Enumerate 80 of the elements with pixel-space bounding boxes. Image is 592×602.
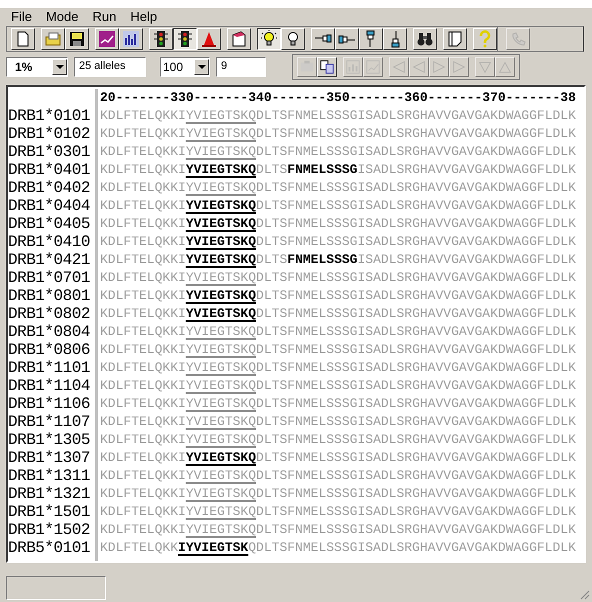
allele-name: DRB1*1101 bbox=[8, 359, 91, 377]
sequence-text: KDLFTELQKKIYVIEGTSKQDLTSFNMELSSSGISADLSRGHAVVGAVGAKDWAGGFLDLK bbox=[100, 305, 576, 323]
line-chart-icon bbox=[365, 59, 381, 75]
sequence-text: KDLFTELQKKIYVIEGTSKQDLTSFNMELSSSGISADLSRGHAVVGAVGAKDWAGGFLDLK bbox=[100, 107, 576, 125]
position-ruler: 20-------330-------340-------350-------360-------370-------38 bbox=[100, 89, 576, 107]
folder-icon bbox=[44, 30, 62, 48]
allele-name: DRB1*0404 bbox=[8, 197, 91, 215]
toolbar-button[interactable] bbox=[173, 28, 197, 50]
sequence-text: KDLFTELQKKIYVIEGTSKQDLTSFNMELSSSGISADLSRGHAVVGAVGAKDWAGGFLDLK bbox=[100, 395, 576, 413]
bar-chart-icon bbox=[345, 59, 361, 75]
allele-name: DRB1*1501 bbox=[8, 503, 91, 521]
traffic-light-icon bbox=[176, 30, 194, 48]
allele-name: DRB1*0701 bbox=[8, 269, 91, 287]
triangle-down-icon bbox=[477, 59, 493, 75]
sequence-text: KDLFTELQKKIYVIEGTSKQDLTSFNMELSSSGISADLSRGHAVVGAVGAKDWAGGFLDLK bbox=[100, 377, 576, 395]
allele-name: DRB1*0421 bbox=[8, 251, 91, 269]
sequence-text: KDLFTELQKKIYVIEGTSKQDLTSFNMELSSSGISADLSRGHAVVGAVGAKDWAGGFLDLK bbox=[100, 125, 576, 143]
allele-name: DRB1*0102 bbox=[8, 125, 91, 143]
menu-item[interactable]: Mode bbox=[40, 9, 84, 24]
sequence-text: KDLFTELQKKIYVIEGTSKQDLTSFNMELSSSGISADLSRGHAVVGAVGAKDWAGGFLDLK bbox=[100, 233, 576, 251]
length-dropdown[interactable]: 100 bbox=[160, 57, 210, 77]
resize-grip-icon[interactable] bbox=[578, 588, 590, 600]
allele-name: DRB1*0405 bbox=[8, 215, 91, 233]
allele-name: DRB1*0806 bbox=[8, 341, 91, 359]
allele-name: DRB1*0101 bbox=[8, 107, 91, 125]
allele-name: DRB1*1107 bbox=[8, 413, 91, 431]
sequence-text: KDLFTELQKKIYVIEGTSKQDLTSFNMELSSSGISADLSRGHAVVGAVGAKDWAGGFLDLK bbox=[100, 323, 576, 341]
allele-name: DRB1*1502 bbox=[8, 521, 91, 539]
sequence-text: KDLFTELQKKIYVIEGTSKQDLTSFNMELSSSGISADLSRGHAVVGAVGAKDWAGGFLDLK bbox=[100, 197, 576, 215]
sequence-text: KDLFTELQKKIYVIEGTSKQDLTSFNMELSSSGISADLSRGHAVVGAVGAKDWAGGFLDLK bbox=[100, 143, 576, 161]
line-chart-icon bbox=[98, 30, 116, 48]
lightbulb-icon bbox=[260, 30, 278, 48]
alleles-field[interactable]: 25 alleles bbox=[74, 57, 146, 77]
allele-name: DRB1*0401 bbox=[8, 161, 91, 179]
sequence-text: KDLFTELQKKIYVIEGTSKQDLTSFNMELSSSGISADLSRGHAVVGAVGAKDWAGGFLDLK bbox=[100, 341, 576, 359]
menu-item[interactable]: Run bbox=[87, 9, 122, 24]
sequence-text: KDLFTELQKKIYVIEGTSKQDLTSFNMELSSSGISADLSRGHAVVGAVGAKDWAGGFLDLK bbox=[100, 539, 576, 557]
toolbar-button[interactable] bbox=[257, 28, 281, 50]
sequence-text: KDLFTELQKKIYVIEGTSKQDLTSFNMELSSSGISADLSRGHAVVGAVGAKDWAGGFLDLK bbox=[100, 287, 576, 305]
sequence-text: KDLFTELQKKIYVIEGTSKQDLTSFNMELSSSGISADLSRGHAVVGAVGAKDWAGGFLDLK bbox=[100, 359, 576, 377]
allele-name: DRB1*0801 bbox=[8, 287, 91, 305]
triangle-left-icon bbox=[411, 59, 427, 75]
allele-name: DRB1*1311 bbox=[8, 467, 91, 485]
allele-name: DRB1*0402 bbox=[8, 179, 91, 197]
triangle-right-icon bbox=[431, 59, 447, 75]
allele-name: DRB1*0410 bbox=[8, 233, 91, 251]
sequence-text: KDLFTELQKKIYVIEGTSKQDLTSFNMELSSSGISADLSRGHAVVGAVGAKDWAGGFLDLK bbox=[100, 215, 576, 233]
allele-name: DRB1*0301 bbox=[8, 143, 91, 161]
sequence-text: KDLFTELQKKIYVIEGTSKQDLTSFNMELSSSGISADLSRGHAVVGAVGAKDWAGGFLDLK bbox=[100, 431, 576, 449]
value-field[interactable]: 9 bbox=[216, 57, 266, 77]
sequence-text: KDLFTELQKKIYVIEGTSKQDLTSFNMELSSSGISADLSRGHAVVGAVGAKDWAGGFLDLK bbox=[100, 413, 576, 431]
binoculars-icon bbox=[416, 30, 434, 48]
sequence-text: KDLFTELQKKIYVIEGTSKQDLTSFNMELSSSGISADLSRGHAVVGAVGAKDWAGGFLDLK bbox=[100, 179, 576, 197]
copy-icon bbox=[319, 59, 335, 75]
menu-item[interactable]: File bbox=[6, 9, 37, 24]
sequence-text: KDLFTELQKKIYVIEGTSKQDLTSFNMELSSSGISADLSRGHAVVGAVGAKDWAGGFLDLK bbox=[100, 161, 576, 179]
sequence-text: KDLFTELQKKIYVIEGTSKQDLTSFNMELSSSGISADLSRGHAVVGAVGAKDWAGGFLDLK bbox=[100, 251, 576, 269]
notepad-icon bbox=[446, 30, 464, 48]
allele-name: DRB5*0101 bbox=[8, 539, 91, 557]
sequence-text: KDLFTELQKKIYVIEGTSKQDLTSFNMELSSSGISADLSRGHAVVGAVGAKDWAGGFLDLK bbox=[100, 521, 576, 539]
threshold-dropdown[interactable]: 1% bbox=[6, 57, 68, 77]
traffic-light-icon bbox=[152, 30, 170, 48]
bar-chart-icon bbox=[122, 30, 140, 48]
triangle-right-icon bbox=[451, 59, 467, 75]
sequence-text: KDLFTELQKKIYVIEGTSKQDLTSFNMELSSSGISADLSRGHAVVGAVGAKDWAGGFLDLK bbox=[100, 269, 576, 287]
menu-item[interactable]: Help bbox=[125, 9, 162, 24]
allele-name: DRB1*1305 bbox=[8, 431, 91, 449]
allele-name: DRB1*0802 bbox=[8, 305, 91, 323]
allele-name: DRB1*1321 bbox=[8, 485, 91, 503]
allele-name: DRB1*0804 bbox=[8, 323, 91, 341]
triangle-left-icon bbox=[391, 59, 407, 75]
allele-name: DRB1*1106 bbox=[8, 395, 91, 413]
sequence-text: KDLFTELQKKIYVIEGTSKQDLTSFNMELSSSGISADLSRGHAVVGAVGAKDWAGGFLDLK bbox=[100, 485, 576, 503]
sequence-text: KDLFTELQKKIYVIEGTSKQDLTSFNMELSSSGISADLSRGHAVVGAVGAKDWAGGFLDLK bbox=[100, 467, 576, 485]
sequence-text: KDLFTELQKKIYVIEGTSKQDLTSFNMELSSSGISADLSRGHAVVGAVGAKDWAGGFLDLK bbox=[100, 449, 576, 467]
allele-name: DRB1*1307 bbox=[8, 449, 91, 467]
triangle-up-icon bbox=[497, 59, 513, 75]
allele-name: DRB1*1104 bbox=[8, 377, 91, 395]
cone-icon bbox=[200, 30, 218, 48]
sequence-text: KDLFTELQKKIYVIEGTSKQDLTSFNMELSSSGISADLSRGHAVVGAVGAKDWAGGFLDLK bbox=[100, 503, 576, 521]
